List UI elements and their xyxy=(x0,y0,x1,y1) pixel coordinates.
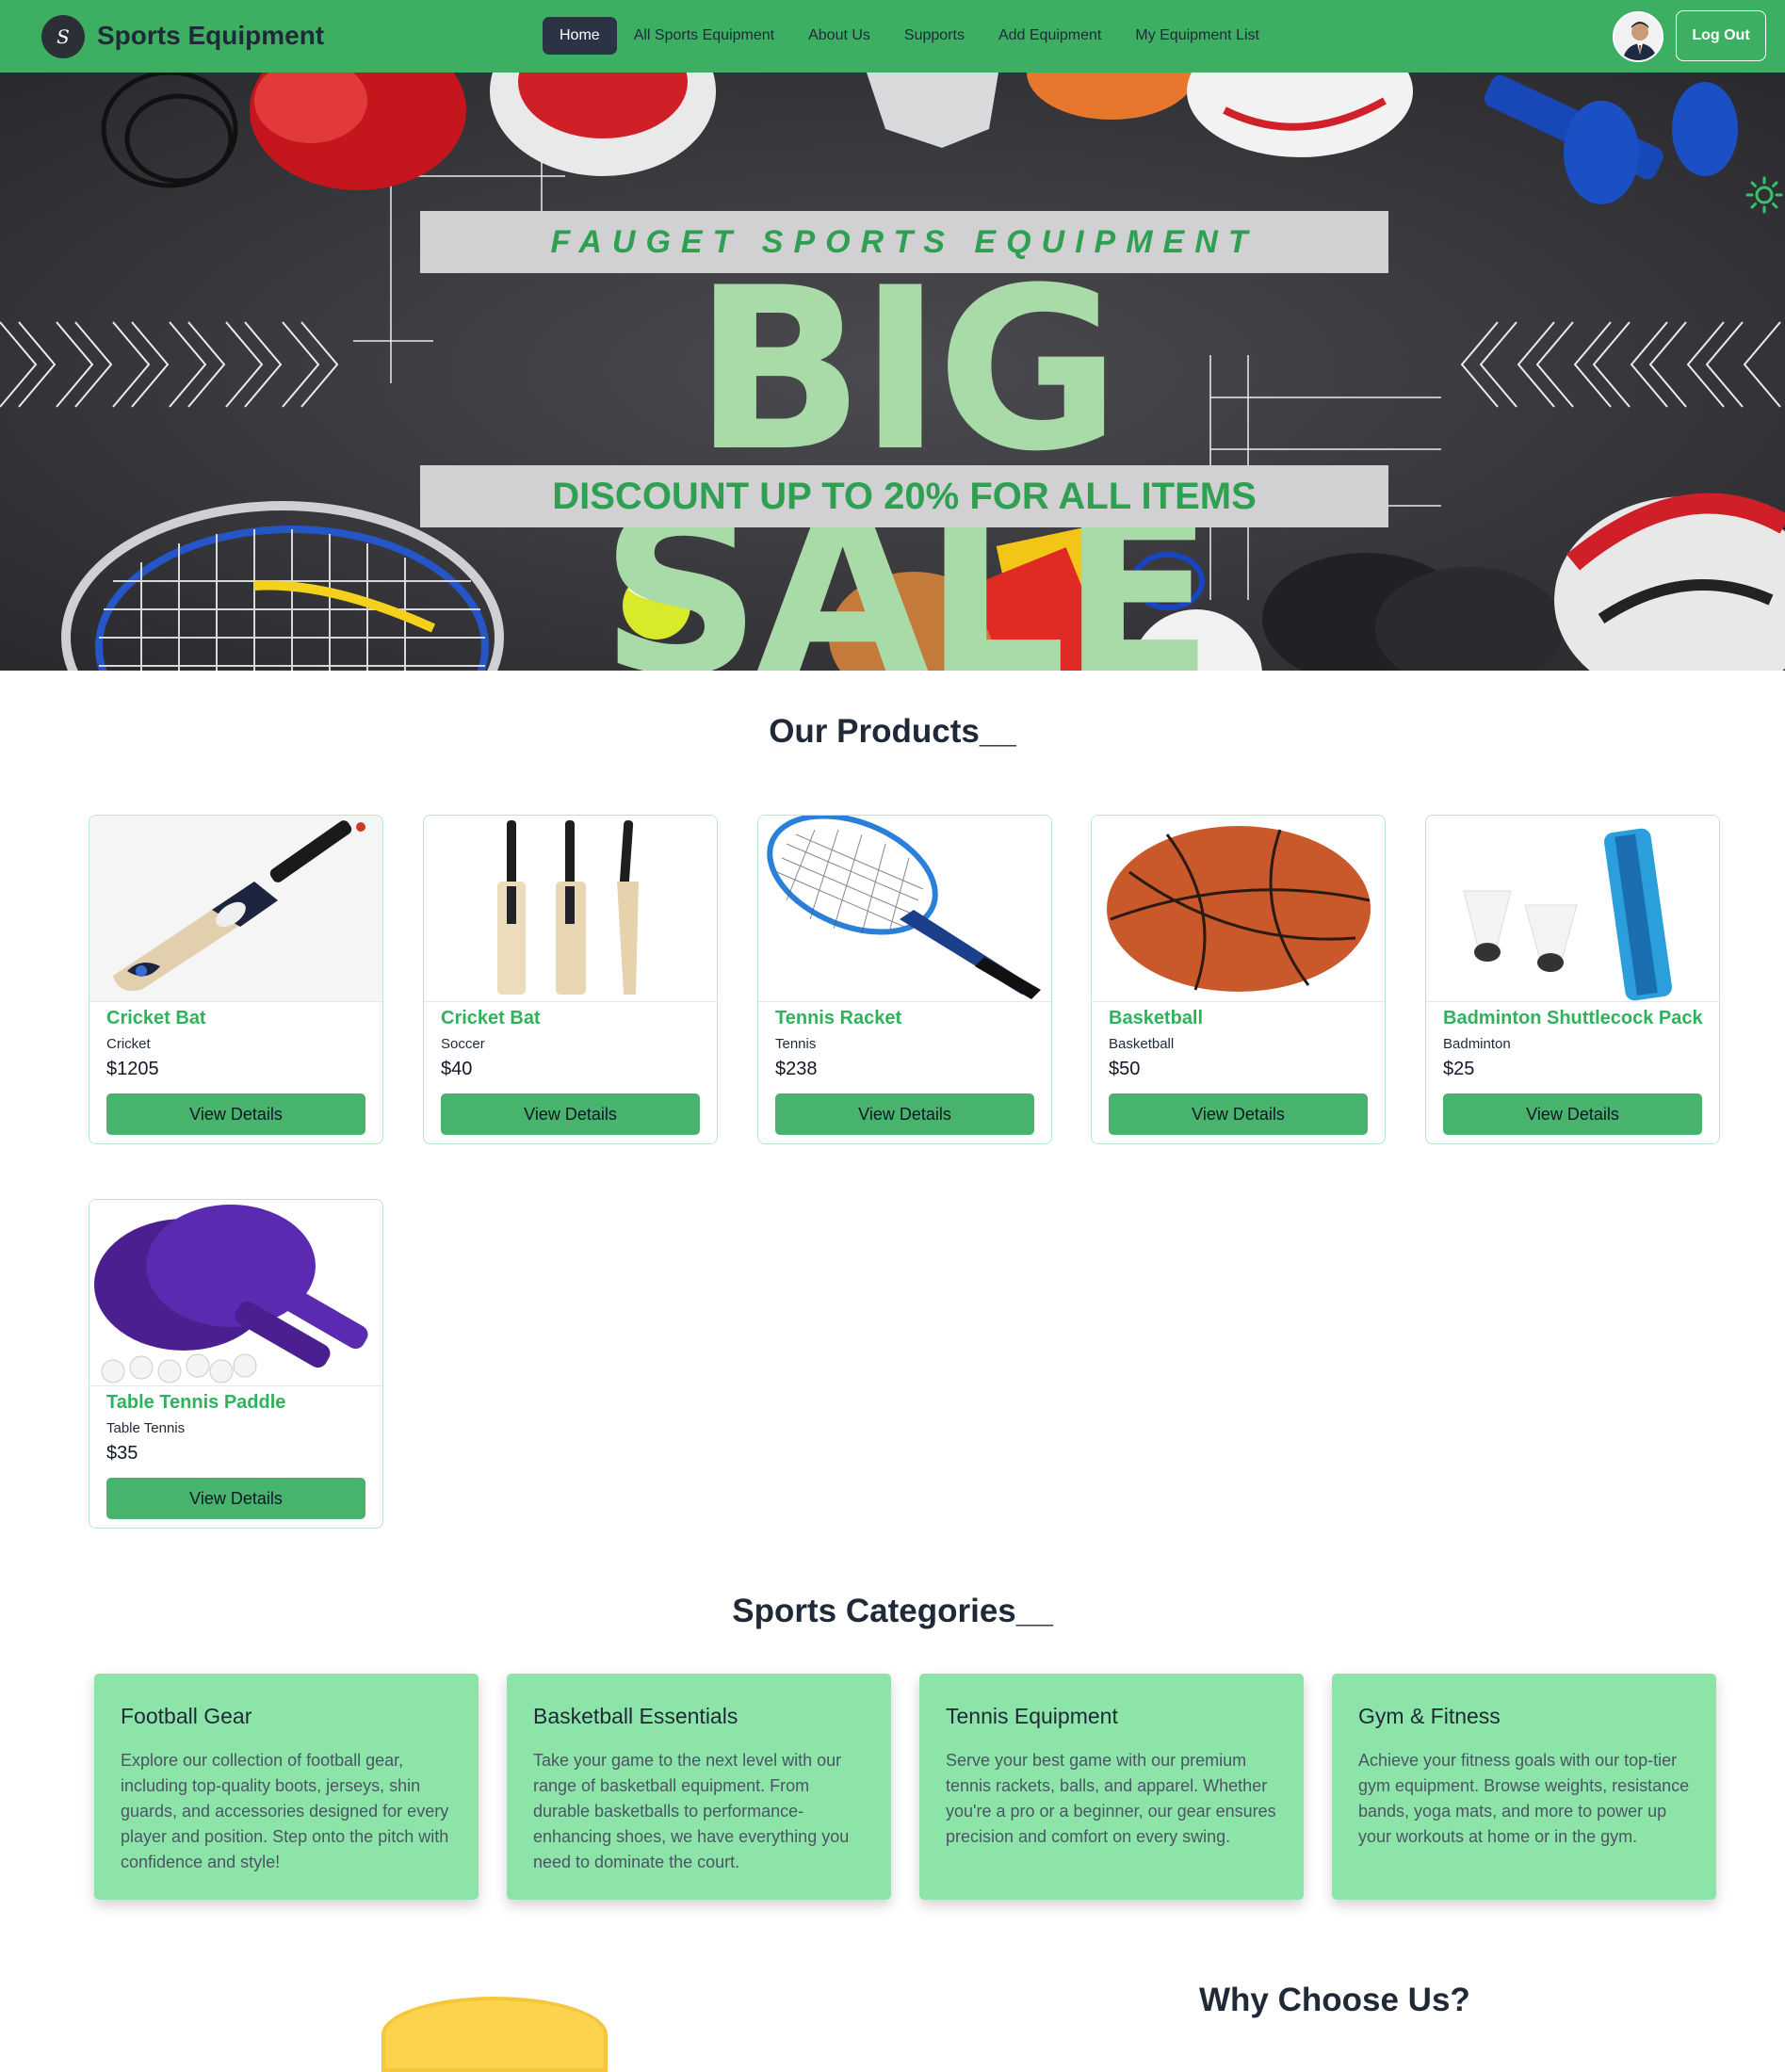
category-description: Explore our collection of football gear,… xyxy=(121,1751,449,1871)
category-title: Gym & Fitness xyxy=(1358,1704,1501,1728)
logout-button[interactable]: Log Out xyxy=(1676,10,1766,61)
hero-banner: FAUGET SPORTS EQUIPMENT BIG SALE DISCOUN… xyxy=(0,73,1785,671)
categories-section-title: Sports Categories__ xyxy=(732,1593,1053,1629)
product-price: $50 xyxy=(1109,1059,1141,1079)
category-title: Tennis Equipment xyxy=(946,1704,1118,1728)
main-menu: Home All Sports Equipment About Us Suppo… xyxy=(543,17,1276,55)
product-card: Tennis Racket Tennis $238 View Details xyxy=(757,815,1052,1144)
user-avatar[interactable] xyxy=(1613,11,1663,62)
decorative-blob xyxy=(381,1997,608,2072)
product-image-cricket-bats xyxy=(424,816,717,1002)
products-section-title: Our Products__ xyxy=(769,713,1016,750)
category-card-football[interactable]: Football Gear Explore our collection of … xyxy=(94,1674,479,1900)
category-title: Basketball Essentials xyxy=(533,1704,738,1728)
product-price: $1205 xyxy=(106,1059,159,1079)
product-name: Basketball xyxy=(1109,1008,1204,1028)
product-category: Basketball xyxy=(1109,1036,1175,1052)
view-details-button[interactable]: View Details xyxy=(1443,1093,1702,1135)
product-price: $35 xyxy=(106,1443,138,1464)
why-section-title: Why Choose Us? xyxy=(1199,1982,1470,2018)
category-description: Achieve your fitness goals with our top-… xyxy=(1358,1751,1690,1846)
category-title: Football Gear xyxy=(121,1704,252,1728)
nav-all-sports-equipment[interactable]: All Sports Equipment xyxy=(617,17,791,55)
product-name: Table Tennis Paddle xyxy=(106,1392,286,1413)
logo-icon[interactable]: S xyxy=(41,15,85,58)
view-details-button[interactable]: View Details xyxy=(775,1093,1034,1135)
category-card-tennis[interactable]: Tennis Equipment Serve your best game wi… xyxy=(919,1674,1304,1900)
sun-icon[interactable] xyxy=(1745,176,1783,214)
category-card-basketball[interactable]: Basketball Essentials Take your game to … xyxy=(507,1674,891,1900)
view-details-button[interactable]: View Details xyxy=(106,1093,365,1135)
product-name: Tennis Racket xyxy=(775,1008,902,1028)
navbar: S Sports Equipment Home All Sports Equip… xyxy=(0,0,1785,73)
product-name: Badminton Shuttlecock Pack xyxy=(1443,1008,1703,1028)
nav-add-equipment[interactable]: Add Equipment xyxy=(982,17,1118,55)
product-image-tennis-racket xyxy=(758,816,1051,1002)
product-price: $25 xyxy=(1443,1059,1475,1079)
product-card: Basketball Basketball $50 View Details xyxy=(1091,815,1386,1144)
nav-home[interactable]: Home xyxy=(543,17,617,55)
product-name: Cricket Bat xyxy=(441,1008,541,1028)
product-category: Tennis xyxy=(775,1036,817,1052)
product-image-table-tennis-paddle xyxy=(89,1200,382,1386)
product-card: Cricket Bat Soccer $40 View Details xyxy=(423,815,718,1144)
nav-supports[interactable]: Supports xyxy=(887,17,982,55)
hero-subtitle: DISCOUNT UP TO 20% FOR ALL ITEMS xyxy=(420,465,1388,527)
product-category: Badminton xyxy=(1443,1036,1511,1052)
nav-about-us[interactable]: About Us xyxy=(791,17,887,55)
category-card-gym[interactable]: Gym & Fitness Achieve your fitness goals… xyxy=(1332,1674,1716,1900)
product-image-basketball xyxy=(1092,816,1385,1002)
product-name: Cricket Bat xyxy=(106,1008,206,1028)
view-details-button[interactable]: View Details xyxy=(106,1478,365,1519)
brand-title[interactable]: Sports Equipment xyxy=(97,21,324,51)
product-card: Badminton Shuttlecock Pack Badminton $25… xyxy=(1425,815,1720,1144)
product-category: Table Tennis xyxy=(106,1420,186,1436)
product-price: $40 xyxy=(441,1059,473,1079)
view-details-button[interactable]: View Details xyxy=(1109,1093,1368,1135)
product-category: Soccer xyxy=(441,1036,485,1052)
product-category: Cricket xyxy=(106,1036,151,1052)
product-card: Table Tennis Paddle Table Tennis $35 Vie… xyxy=(89,1199,383,1529)
product-image-shuttlecock-pack xyxy=(1426,816,1719,1002)
category-description: Take your game to the next level with ou… xyxy=(533,1751,850,1871)
view-details-button[interactable]: View Details xyxy=(441,1093,700,1135)
category-description: Serve your best game with our premium te… xyxy=(946,1751,1276,1846)
nav-my-equipment-list[interactable]: My Equipment List xyxy=(1118,17,1276,55)
product-image-cricket-bat xyxy=(89,816,382,1002)
product-card: Cricket Bat Cricket $1205 View Details xyxy=(89,815,383,1144)
product-price: $238 xyxy=(775,1059,818,1079)
